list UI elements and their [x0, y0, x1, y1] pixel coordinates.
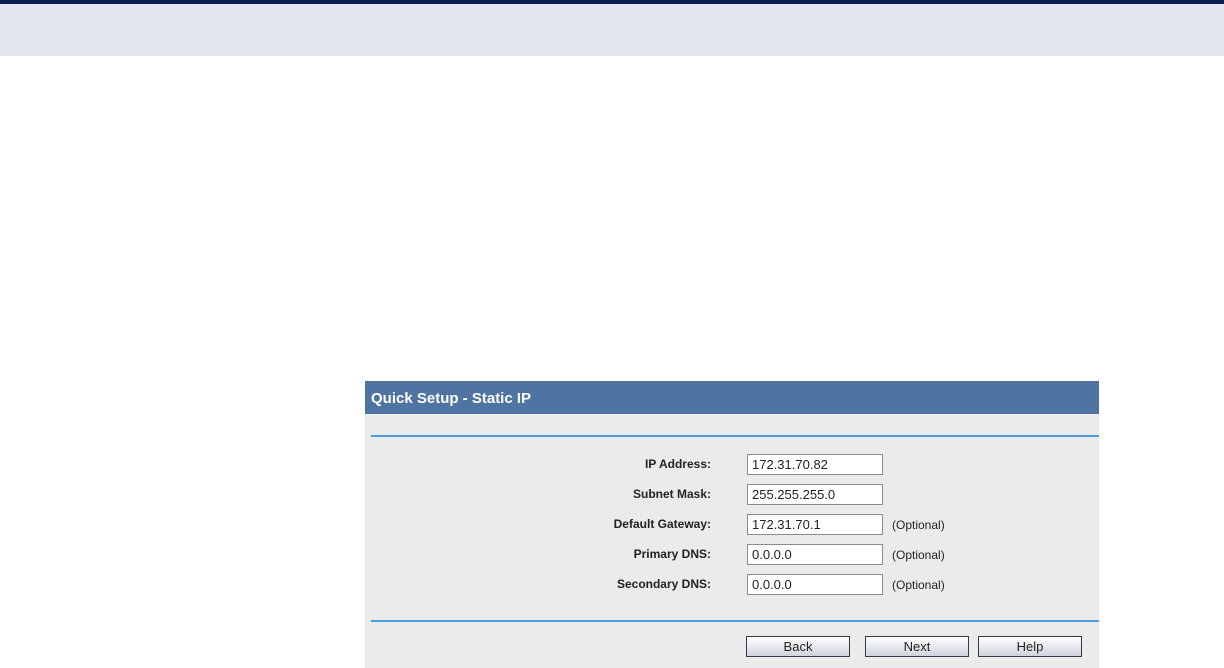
primary-dns-input[interactable]	[747, 544, 883, 565]
ip-address-label: IP Address:	[644, 457, 711, 471]
ip-address-input[interactable]	[747, 454, 883, 475]
secondary-dns-optional-note: (Optional)	[892, 578, 945, 592]
divider-top	[371, 435, 1099, 437]
help-button[interactable]: Help	[978, 636, 1082, 657]
header-banner	[0, 4, 1224, 56]
default-gateway-label: Default Gateway:	[613, 517, 711, 531]
secondary-dns-label: Secondary DNS:	[616, 577, 711, 591]
default-gateway-input[interactable]	[747, 514, 883, 535]
subnet-mask-input[interactable]	[747, 484, 883, 505]
quick-setup-panel: Quick Setup - Static IP IP Address: Subn…	[365, 381, 1099, 668]
subnet-mask-label: Subnet Mask:	[632, 487, 711, 501]
primary-dns-optional-note: (Optional)	[892, 548, 945, 562]
divider-bottom	[371, 620, 1099, 622]
secondary-dns-input[interactable]	[747, 574, 883, 595]
primary-dns-label: Primary DNS:	[633, 547, 711, 561]
default-gateway-optional-note: (Optional)	[892, 518, 945, 532]
panel-title: Quick Setup - Static IP	[371, 390, 532, 407]
panel-header: Quick Setup - Static IP	[365, 381, 1099, 414]
back-button[interactable]: Back	[746, 636, 850, 657]
next-button[interactable]: Next	[865, 636, 969, 657]
